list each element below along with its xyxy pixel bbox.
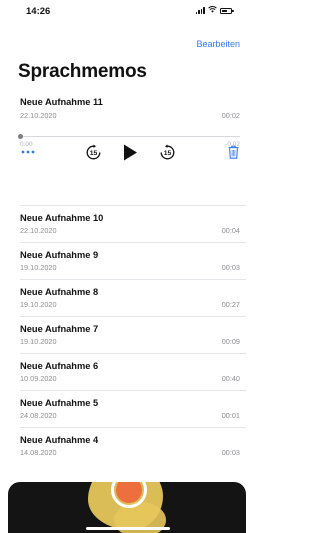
- recording-name: Neue Aufnahme 6: [20, 361, 99, 371]
- recording-name: Neue Aufnahme 9: [20, 250, 99, 260]
- page-title: Sprachmemos: [18, 61, 147, 82]
- recording-duration: 00:01: [221, 411, 240, 420]
- recording-duration: 00:40: [221, 374, 240, 383]
- status-icons: [195, 6, 234, 15]
- play-icon: [123, 144, 137, 160]
- record-icon: [116, 482, 142, 503]
- trash-icon[interactable]: [226, 144, 240, 160]
- skip-forward-15-icon[interactable]: 15: [158, 143, 176, 161]
- battery-icon: [220, 7, 234, 14]
- recording-name: Neue Aufnahme 10: [20, 213, 104, 223]
- playback-scrubber[interactable]: [18, 134, 240, 139]
- recording-date: 19.10.2020: [20, 300, 57, 309]
- skip-back-15-icon[interactable]: 15: [84, 143, 102, 161]
- recording-date: 14.08.2020: [20, 448, 57, 457]
- recording-name: Neue Aufnahme 8: [20, 287, 99, 297]
- recording-date: 10.09.2020: [20, 374, 57, 383]
- edit-button[interactable]: Bearbeiten: [196, 39, 240, 49]
- recording-name: Neue Aufnahme 4: [20, 435, 99, 445]
- signal-icon: [195, 7, 205, 14]
- play-button[interactable]: [120, 142, 140, 162]
- recording-date: 22.10.2020: [20, 226, 57, 235]
- recording-duration: 00:09: [221, 337, 240, 346]
- more-icon[interactable]: [20, 146, 36, 158]
- recording-row[interactable]: Neue Aufnahme 7 19.10.2020 00:09: [0, 316, 246, 353]
- skip-back-label: 15: [89, 150, 97, 157]
- status-time: 14:26: [26, 6, 51, 17]
- recording-duration: 00:04: [221, 226, 240, 235]
- recording-row[interactable]: Neue Aufnahme 4 14.08.2020 00:03: [0, 427, 246, 464]
- recording-duration: 00:02: [221, 111, 240, 120]
- recording-duration: 00:03: [221, 448, 240, 457]
- playback-controls: 15 15: [0, 140, 246, 164]
- recording-date: 22.10.2020: [20, 111, 57, 120]
- scrubber-handle[interactable]: [18, 134, 23, 139]
- recording-date: 19.10.2020: [20, 263, 57, 272]
- recording-row[interactable]: Neue Aufnahme 5 24.08.2020 00:01: [0, 390, 246, 427]
- recording-name: Neue Aufnahme 5: [20, 398, 99, 408]
- recording-name: Neue Aufnahme 11: [20, 97, 103, 107]
- recording-row[interactable]: Neue Aufnahme 6 10.09.2020 00:40: [0, 353, 246, 390]
- recording-row[interactable]: Neue Aufnahme 9 19.10.2020 00:03: [0, 242, 246, 279]
- status-bar: 14:26: [0, 0, 246, 20]
- recording-row[interactable]: Neue Aufnahme 8 19.10.2020 00:27: [0, 279, 246, 316]
- home-indicator: [86, 527, 170, 530]
- wifi-icon: [208, 6, 217, 15]
- recording-date: 19.10.2020: [20, 337, 57, 346]
- recording-row[interactable]: Neue Aufnahme 10 22.10.2020 00:04: [0, 205, 246, 242]
- skip-forward-label: 15: [163, 150, 171, 157]
- recording-date: 24.08.2020: [20, 411, 57, 420]
- recording-name: Neue Aufnahme 7: [20, 324, 99, 334]
- record-panel: [8, 482, 246, 533]
- recording-duration: 00:27: [221, 300, 240, 309]
- recording-duration: 00:03: [221, 263, 240, 272]
